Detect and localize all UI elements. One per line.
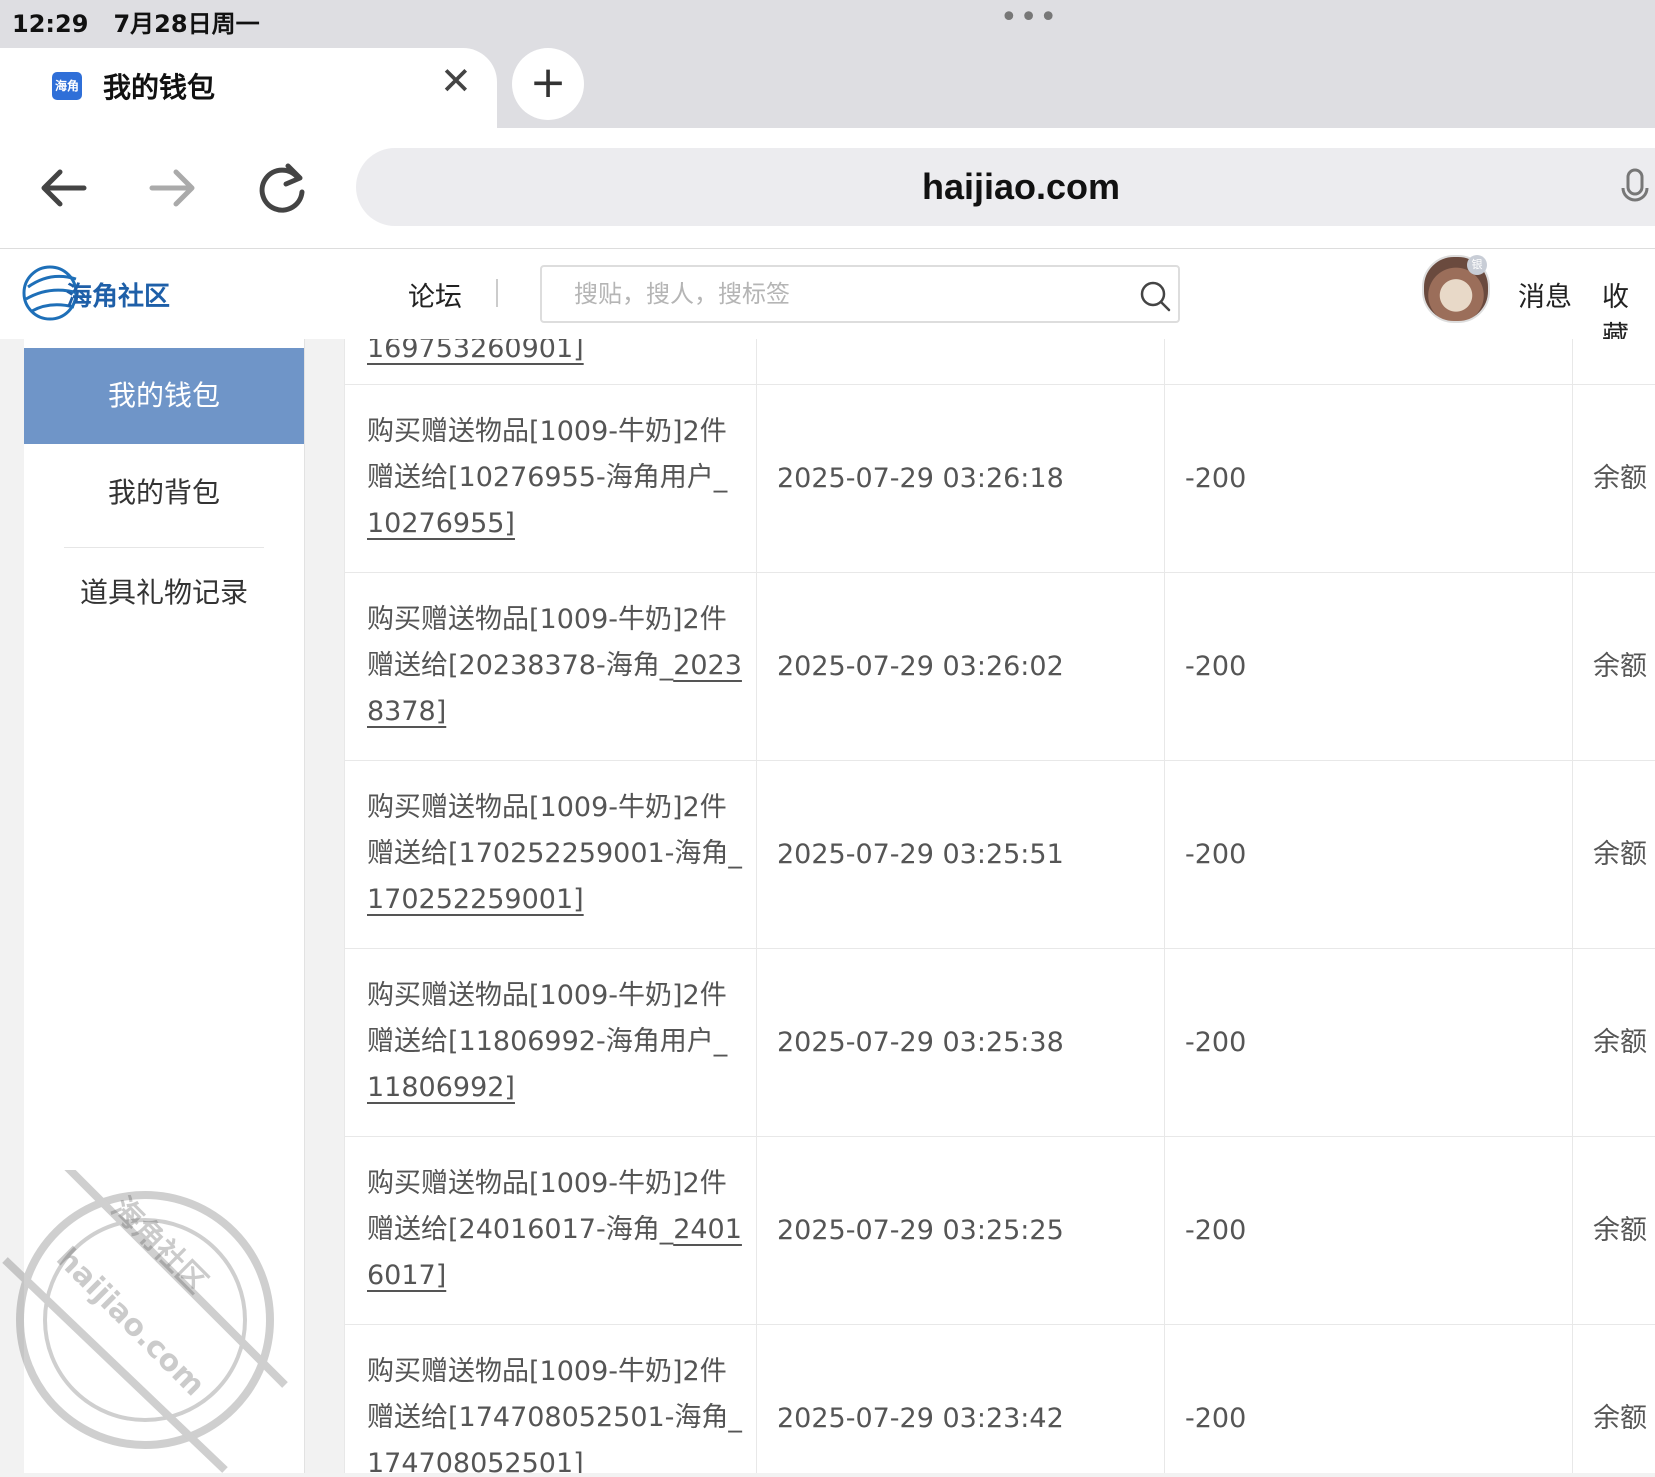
site-header: 海角社区 论坛 银 消息 收藏 bbox=[0, 249, 1655, 352]
row-time: 2025-07-29 03:26:02 bbox=[777, 651, 1064, 682]
tab-close-icon[interactable]: ✕ bbox=[440, 62, 472, 100]
table-row: 购买赠送物品[1009-牛奶]2件赠送给[174708052501-海角_174… bbox=[344, 1324, 1655, 1473]
row-balance-type: 余额 bbox=[1593, 1403, 1647, 1434]
row-description: 购买赠送物品[1009-牛奶]2件赠送给[11806992-海角用户_11806… bbox=[367, 980, 728, 1103]
browser-toolbar: haijiao.com bbox=[0, 128, 1655, 249]
table-row: 购买赠送物品[1009-牛奶]2件赠送给[20238378-海角_2023837… bbox=[344, 572, 1655, 761]
recipient-link[interactable]: 174708052501] bbox=[367, 1448, 584, 1473]
back-arrow-icon[interactable] bbox=[34, 158, 94, 218]
sidebar-item-my-bag[interactable]: 我的背包 bbox=[24, 445, 304, 541]
recipient-link[interactable]: 170252259001] bbox=[367, 884, 584, 915]
row-description: 购买赠送物品[1009-牛奶]2件赠送给[24016017-海角_2401601… bbox=[367, 1168, 742, 1291]
row-amount: -200 bbox=[1185, 1215, 1247, 1246]
tab-strip: 海角 我的钱包 ✕ + bbox=[0, 48, 1655, 128]
search-icon[interactable] bbox=[1138, 279, 1172, 317]
row-balance-type: 余额 bbox=[1593, 463, 1647, 494]
search-input[interactable] bbox=[572, 277, 1116, 311]
site-favicon-icon: 海角 bbox=[52, 72, 82, 100]
table-row: 购买赠送物品[1009-牛奶]2件赠送给[170252259001-海角_170… bbox=[344, 760, 1655, 949]
row-time: 2025-07-29 03:25:25 bbox=[777, 1215, 1064, 1246]
new-tab-button[interactable]: + bbox=[512, 48, 584, 120]
row-amount: -200 bbox=[1185, 463, 1247, 494]
row-time: 2025-07-29 03:25:38 bbox=[777, 1027, 1064, 1058]
row-balance-type: 余额 bbox=[1593, 839, 1647, 870]
tab-title: 我的钱包 bbox=[103, 71, 216, 104]
url-text: haijiao.com bbox=[921, 166, 1121, 207]
row-amount: -200 bbox=[1185, 651, 1247, 682]
status-time: 12:29 bbox=[12, 10, 89, 38]
avatar-level-badge: 银 bbox=[1467, 255, 1487, 275]
row-amount: -200 bbox=[1185, 1027, 1247, 1058]
status-date: 7月28日周一 bbox=[113, 10, 260, 38]
table-row: 购买赠送物品[1009-牛奶]2件赠送给[24016017-海角_2401601… bbox=[344, 1136, 1655, 1325]
forward-arrow-icon[interactable] bbox=[142, 158, 202, 218]
tab-my-wallet[interactable]: 海角 我的钱包 ✕ bbox=[0, 48, 497, 128]
wallet-records-table: 169753260901] 购买赠送物品[1009-牛奶]2件赠送给[10276… bbox=[344, 339, 1655, 1473]
watermark: 海角社区 haijiao.com bbox=[0, 1162, 300, 1473]
row-description: 购买赠送物品[1009-牛奶]2件赠送给[174708052501-海角_174… bbox=[367, 1349, 742, 1473]
site-logo-text[interactable]: 海角社区 bbox=[66, 276, 170, 313]
row-time: 2025-07-29 03:25:51 bbox=[777, 839, 1064, 870]
nav-forum[interactable]: 论坛 bbox=[408, 275, 462, 314]
recipient-link[interactable]: 10276955] bbox=[367, 508, 515, 539]
table-row: 169753260901] bbox=[344, 339, 1655, 384]
row-description: 购买赠送物品[1009-牛奶]2件赠送给[10276955-海角用户_10276… bbox=[367, 416, 728, 539]
table-row: 购买赠送物品[1009-牛奶]2件赠送给[11806992-海角用户_11806… bbox=[344, 948, 1655, 1137]
row-amount: -200 bbox=[1185, 839, 1247, 870]
address-bar[interactable]: haijiao.com bbox=[356, 148, 1655, 226]
table-row: 购买赠送物品[1009-牛奶]2件赠送给[10276955-海角用户_10276… bbox=[344, 384, 1655, 573]
row-partial-id[interactable]: 169753260901] bbox=[367, 339, 584, 364]
search-box[interactable] bbox=[540, 265, 1180, 323]
status-clock: 12:29 7月28日周一 bbox=[12, 4, 260, 39]
microphone-icon[interactable] bbox=[1620, 168, 1650, 212]
sidebar-item-my-wallet[interactable]: 我的钱包 bbox=[24, 348, 304, 444]
status-bar: 12:29 7月28日周一 ••• bbox=[0, 0, 1655, 48]
nav-divider bbox=[496, 279, 498, 307]
row-amount: -200 bbox=[1185, 1403, 1247, 1434]
row-balance-type: 余额 bbox=[1593, 651, 1647, 682]
row-balance-type: 余额 bbox=[1593, 1027, 1647, 1058]
sidebar-item-gift-records[interactable]: 道具礼物记录 bbox=[24, 545, 304, 641]
nav-messages[interactable]: 消息 bbox=[1518, 275, 1572, 314]
row-balance-type: 余额 bbox=[1593, 1215, 1647, 1246]
row-time: 2025-07-29 03:23:42 bbox=[777, 1403, 1064, 1434]
recipient-link[interactable]: 11806992] bbox=[367, 1072, 515, 1103]
row-description: 购买赠送物品[1009-牛奶]2件赠送给[170252259001-海角_170… bbox=[367, 792, 742, 915]
reload-icon[interactable] bbox=[252, 158, 312, 218]
row-time: 2025-07-29 03:26:18 bbox=[777, 463, 1064, 494]
more-dots-icon[interactable]: ••• bbox=[1000, 0, 1059, 35]
row-description: 购买赠送物品[1009-牛奶]2件赠送给[20238378-海角_2023837… bbox=[367, 604, 742, 727]
